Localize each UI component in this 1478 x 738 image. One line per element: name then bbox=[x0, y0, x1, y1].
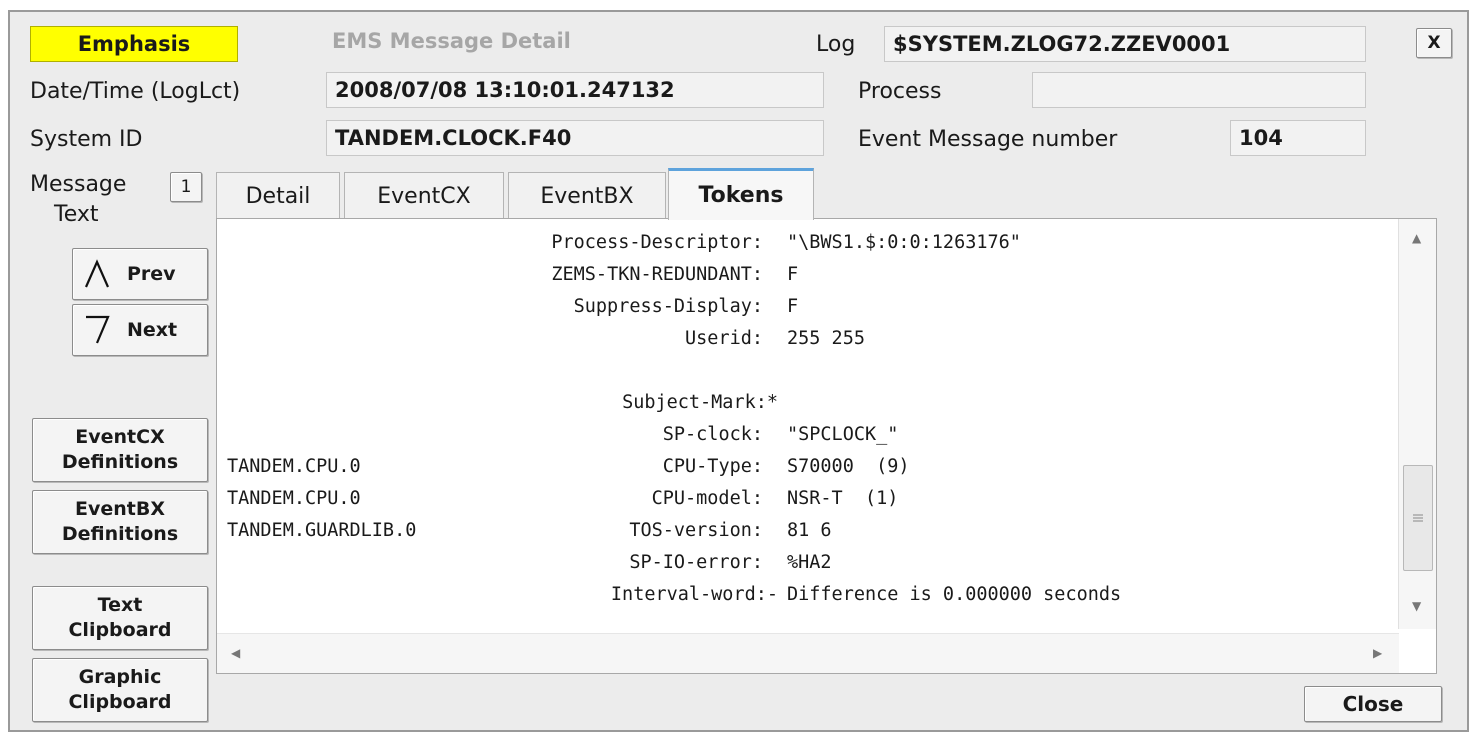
token-value: %HA2 bbox=[787, 552, 832, 573]
token-name: CPU-Type: bbox=[662, 456, 763, 477]
button-line: Graphic bbox=[78, 666, 162, 688]
button-line: Clipboard bbox=[68, 691, 172, 713]
button-line: Clipboard bbox=[68, 619, 172, 641]
token-name: CPU-model: bbox=[651, 488, 763, 509]
prev-button[interactable]: Prev bbox=[72, 248, 208, 300]
message-label: Message bbox=[30, 172, 127, 197]
token-value: "SPCLOCK_" bbox=[787, 424, 899, 445]
token-value: S70000 (9) bbox=[787, 456, 910, 477]
scroll-right-icon[interactable]: ▶ bbox=[1373, 646, 1382, 660]
text-label: Text bbox=[54, 202, 99, 227]
ems-detail-window: Emphasis EMS Message Detail Log $SYSTEM.… bbox=[8, 10, 1469, 732]
token-name: TOS-version: bbox=[629, 520, 763, 541]
system-id-label: System ID bbox=[30, 127, 143, 152]
scroll-up-icon[interactable]: ▲ bbox=[1412, 231, 1421, 245]
token-value: NSR-T (1) bbox=[787, 488, 899, 509]
button-line: EventBX bbox=[75, 498, 165, 520]
message-count-badge[interactable]: 1 bbox=[170, 172, 202, 202]
scroll-down-icon[interactable]: ▼ bbox=[1412, 599, 1421, 613]
horizontal-scrollbar[interactable]: ◀ ▶ bbox=[217, 633, 1399, 673]
token-name: Suppress-Display: bbox=[573, 296, 763, 317]
token-name: Userid: bbox=[685, 328, 763, 349]
tab-eventcx[interactable]: EventCX bbox=[344, 172, 504, 220]
button-line: Text bbox=[97, 594, 143, 616]
token-name: SP-clock: bbox=[662, 424, 763, 445]
window-title: EMS Message Detail bbox=[332, 29, 571, 53]
text-clipboard-button[interactable]: Text Clipboard bbox=[32, 586, 208, 650]
eventcx-definitions-button[interactable]: EventCX Definitions bbox=[32, 418, 208, 482]
token-value: Difference is 0.000000 seconds bbox=[787, 584, 1122, 605]
tab-detail[interactable]: Detail bbox=[216, 172, 340, 220]
token-value: F bbox=[787, 264, 799, 285]
token-name: Interval-word:- bbox=[610, 584, 778, 605]
datetime-label: Date/Time (LogLct) bbox=[30, 79, 241, 104]
token-name: ZEMS-TKN-REDUNDANT: bbox=[551, 264, 763, 285]
scroll-thumb[interactable] bbox=[1403, 465, 1433, 571]
triangle-down-icon bbox=[86, 315, 110, 344]
process-field[interactable] bbox=[1032, 72, 1366, 108]
grip-lines-icon bbox=[1413, 514, 1423, 522]
token-value: "\BWS1.$:0:0:1263176" bbox=[787, 232, 1021, 253]
close-button[interactable]: Close bbox=[1304, 686, 1442, 722]
prev-label: Prev bbox=[127, 262, 176, 285]
next-label: Next bbox=[127, 318, 178, 341]
datetime-field[interactable]: 2008/07/08 13:10:01.247132 bbox=[326, 72, 824, 108]
token-value: 255 255 bbox=[787, 328, 865, 349]
tab-eventbx[interactable]: EventBX bbox=[508, 172, 666, 220]
event-number-field[interactable]: 104 bbox=[1230, 120, 1366, 156]
eventbx-definitions-button[interactable]: EventBX Definitions bbox=[32, 490, 208, 554]
log-field[interactable]: $SYSTEM.ZLOG72.ZZEV0001 bbox=[884, 26, 1366, 62]
close-x-button[interactable]: X bbox=[1416, 28, 1452, 58]
tab-tokens[interactable]: Tokens bbox=[668, 168, 814, 220]
token-name: Process-Descriptor: bbox=[551, 232, 763, 253]
next-button[interactable]: Next bbox=[72, 304, 208, 356]
token-value: F bbox=[787, 296, 799, 317]
button-line: Definitions bbox=[61, 523, 179, 545]
emphasis-badge[interactable]: Emphasis bbox=[30, 26, 238, 62]
event-number-label: Event Message number bbox=[858, 127, 1118, 152]
tokens-panel: Process-Descriptor: "\BWS1.$:0:0:1263176"… bbox=[216, 218, 1437, 674]
token-name: SP-IO-error: bbox=[629, 552, 763, 573]
token-name: Subject-Mark:* bbox=[622, 392, 778, 413]
button-line: Definitions bbox=[61, 451, 179, 473]
triangle-up-icon bbox=[84, 259, 110, 288]
token-value: 81 6 bbox=[787, 520, 832, 541]
scroll-left-icon[interactable]: ◀ bbox=[231, 646, 240, 660]
vertical-scrollbar[interactable]: ▲ ▼ bbox=[1398, 219, 1436, 629]
process-label: Process bbox=[858, 79, 942, 104]
graphic-clipboard-button[interactable]: Graphic Clipboard bbox=[32, 658, 208, 722]
button-line: EventCX bbox=[75, 426, 165, 448]
log-label: Log bbox=[816, 32, 856, 57]
system-id-field[interactable]: TANDEM.CLOCK.F40 bbox=[326, 120, 824, 156]
